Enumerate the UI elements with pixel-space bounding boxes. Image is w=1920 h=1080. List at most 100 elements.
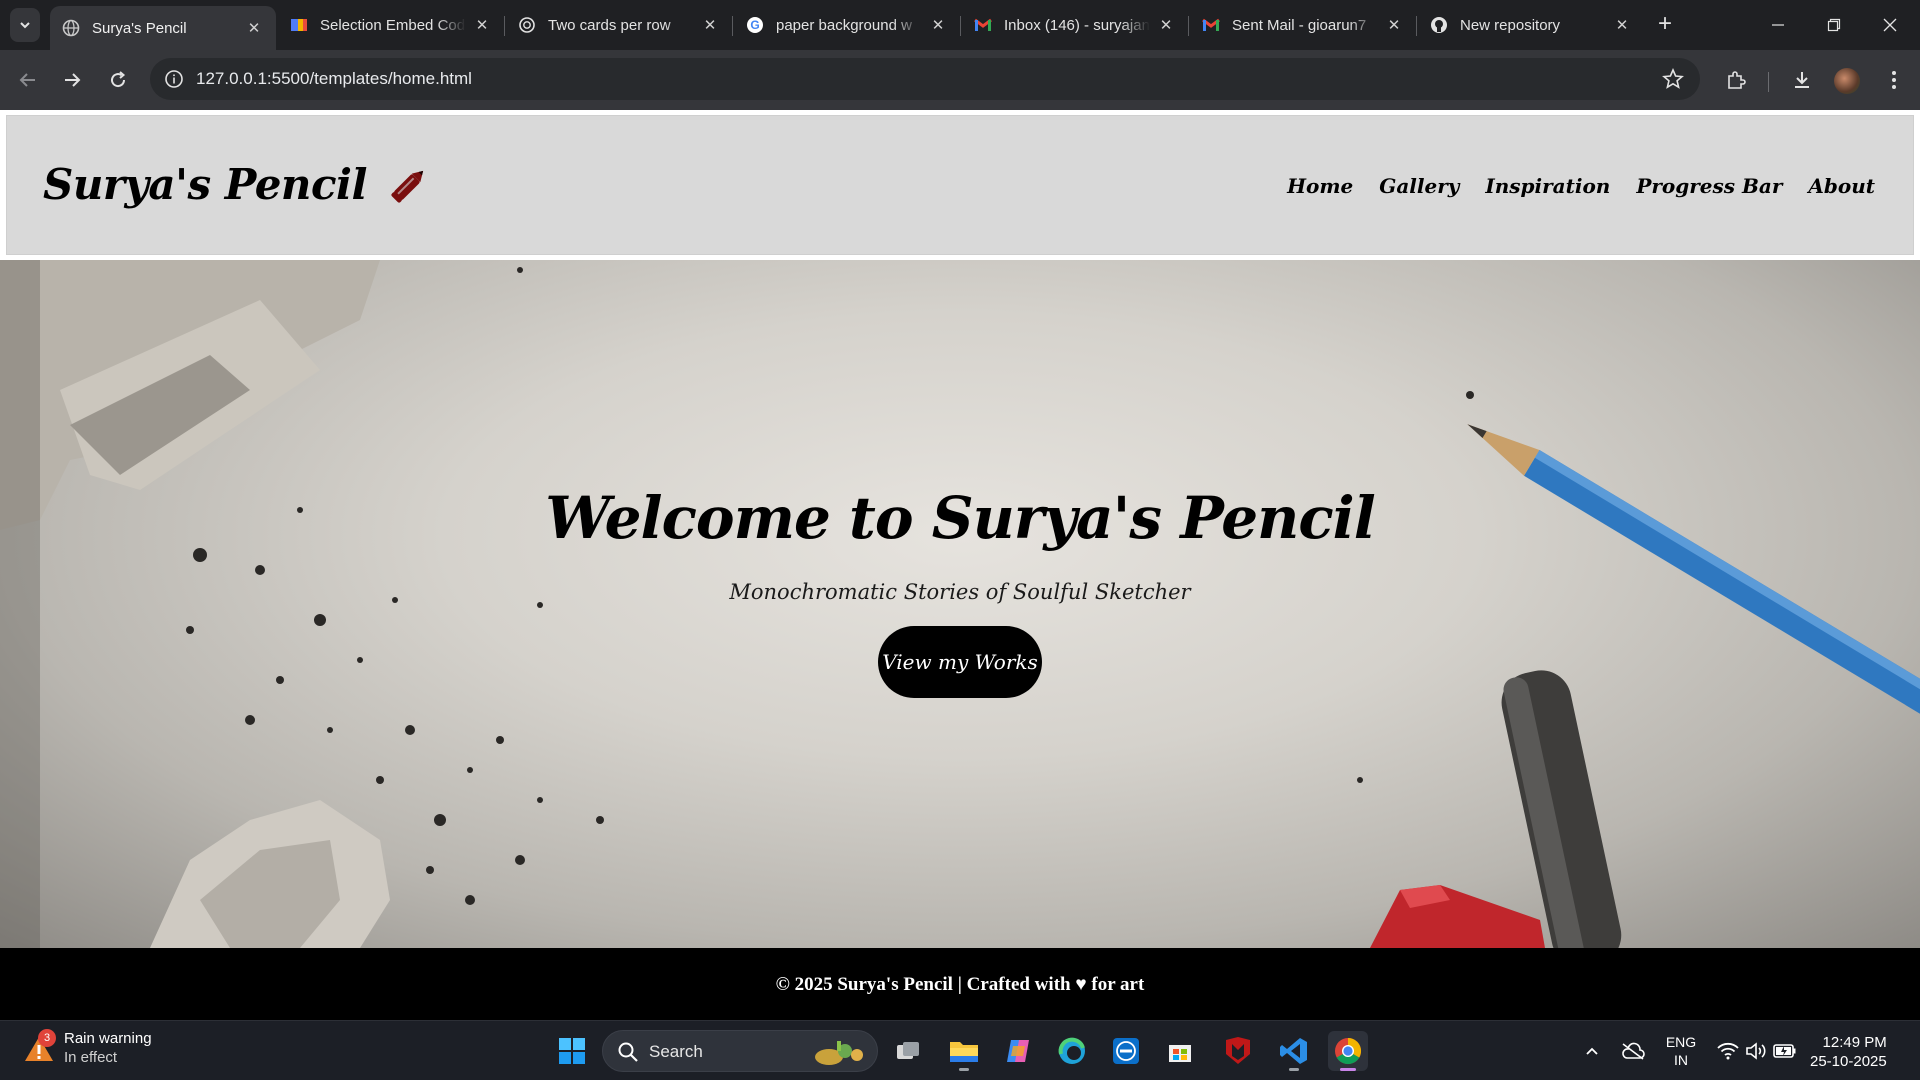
nav-gallery[interactable]: Gallery	[1379, 174, 1459, 198]
task-view-icon	[897, 1042, 919, 1059]
taskbar-task-view[interactable]	[888, 1031, 928, 1071]
chevron-down-icon	[20, 22, 30, 29]
browser-tab[interactable]: Selection Embed Code ✕	[278, 6, 504, 44]
show-hidden-icons-button[interactable]	[1580, 1021, 1604, 1080]
language-code: ENG	[1665, 1034, 1697, 1050]
taskbar-mcafee[interactable]	[1218, 1031, 1258, 1071]
more-vert-icon	[1892, 71, 1896, 89]
tab-title: Two cards per row	[548, 16, 671, 34]
battery-charging-icon	[1773, 1044, 1796, 1058]
tab-separator	[732, 16, 733, 36]
tab-title: New repository	[1460, 16, 1561, 34]
taskbar-edge[interactable]	[1052, 1031, 1092, 1071]
wifi-icon	[1717, 1042, 1739, 1060]
downloads-button[interactable]	[1788, 66, 1816, 94]
toolbar-divider	[1768, 72, 1769, 92]
battery-status[interactable]	[1770, 1021, 1800, 1080]
tab-separator	[960, 16, 961, 36]
wifi-status[interactable]	[1714, 1021, 1742, 1080]
weather-text: Rain warning In effect	[64, 1029, 152, 1067]
close-icon[interactable]: ✕	[928, 15, 948, 35]
footer-text: © 2025 Surya's Pencil | Crafted with ♥ f…	[775, 974, 1145, 995]
arrow-left-icon	[19, 73, 35, 87]
taskbar-vscode[interactable]	[1274, 1031, 1314, 1071]
app-icon	[290, 16, 308, 34]
onedrive-status[interactable]	[1618, 1021, 1648, 1080]
browser-tab[interactable]: Two cards per row ✕	[506, 6, 732, 44]
view-works-button[interactable]: View my Works	[878, 626, 1042, 698]
browser-menu-button[interactable]	[1880, 66, 1908, 94]
gmail-icon	[1202, 16, 1220, 34]
tab-search-button[interactable]	[10, 8, 40, 42]
site-footer: © 2025 Surya's Pencil | Crafted with ♥ f…	[0, 948, 1920, 1020]
extensions-button[interactable]	[1722, 66, 1750, 94]
start-button[interactable]	[552, 1031, 592, 1071]
running-indicator	[959, 1068, 969, 1071]
taskbar-dell[interactable]	[1106, 1031, 1146, 1071]
hero-subtitle: Monochromatic Stories of Soulful Sketche…	[729, 580, 1191, 604]
clock-date: 25-10-2025	[1810, 1053, 1887, 1070]
tab-title: Selection Embed Code	[320, 16, 466, 34]
restore-button[interactable]	[1806, 0, 1862, 50]
new-tab-button[interactable]: +	[1652, 12, 1678, 38]
hero-title: Welcome to Surya's Pencil	[545, 484, 1375, 552]
browser-tab-active[interactable]: Surya's Pencil ✕	[50, 6, 276, 50]
browser-tab[interactable]: New repository ✕	[1418, 6, 1644, 44]
minimize-button[interactable]	[1750, 0, 1806, 50]
volume-status[interactable]	[1742, 1021, 1770, 1080]
taskbar-store[interactable]	[1160, 1031, 1200, 1071]
svg-text:G: G	[750, 18, 759, 32]
weather-status: In effect	[64, 1049, 118, 1066]
close-icon[interactable]: ✕	[700, 15, 720, 35]
close-icon[interactable]: ✕	[1156, 15, 1176, 35]
weather-widget[interactable]: 3 Rain warning In effect	[22, 1029, 152, 1067]
speaker-icon	[1746, 1042, 1766, 1060]
forward-button[interactable]	[58, 66, 86, 94]
minimize-icon	[1772, 24, 1784, 26]
browser-tab-strip: Surya's Pencil ✕ Selection Embed Code ✕ …	[0, 0, 1920, 50]
browser-tab[interactable]: Sent Mail - gioarun7 ✕	[1190, 6, 1416, 44]
notification-badge: 3	[38, 1029, 56, 1047]
language-indicator[interactable]: ENG IN	[1658, 1021, 1704, 1080]
close-icon[interactable]: ✕	[472, 15, 492, 35]
main-nav: Home Gallery Inspiration Progress Bar Ab…	[1287, 174, 1875, 198]
globe-icon	[62, 19, 80, 37]
taskbar: 3 Rain warning In effect Search ENG IN 1…	[0, 1020, 1920, 1080]
close-icon[interactable]: ✕	[244, 18, 264, 38]
taskbar-file-explorer[interactable]	[944, 1031, 984, 1071]
info-icon[interactable]	[164, 69, 184, 89]
site-header: Surya's Pencil Home Gallery Inspiration …	[6, 115, 1914, 255]
close-window-button[interactable]	[1862, 0, 1918, 50]
taskbar-search[interactable]: Search	[602, 1030, 878, 1072]
nav-inspiration[interactable]: Inspiration	[1485, 174, 1610, 198]
dell-icon	[1113, 1038, 1139, 1064]
close-icon[interactable]: ✕	[1384, 15, 1404, 35]
taskbar-copilot[interactable]	[998, 1031, 1038, 1071]
search-label: Search	[649, 1042, 703, 1061]
brand-name: Surya's Pencil	[43, 160, 367, 209]
nav-progress-bar[interactable]: Progress Bar	[1636, 174, 1782, 198]
system-clock[interactable]: 12:49 PM 25-10-2025	[1810, 1033, 1887, 1071]
hero-section: Welcome to Surya's Pencil Monochromatic …	[0, 260, 1920, 948]
rain-warning-icon: 3	[22, 1029, 56, 1065]
site-brand[interactable]: Surya's Pencil	[43, 160, 431, 209]
profile-avatar[interactable]	[1834, 68, 1860, 94]
nav-home[interactable]: Home	[1287, 174, 1353, 198]
browser-tab[interactable]: Inbox (146) - suryajan ✕	[962, 6, 1188, 44]
tab-title: Surya's Pencil	[92, 19, 187, 37]
reload-button[interactable]	[104, 66, 132, 94]
address-bar[interactable]: 127.0.0.1:5500/templates/home.html	[150, 58, 1700, 100]
chatgpt-icon	[518, 16, 536, 34]
bookmark-star-icon[interactable]	[1662, 68, 1684, 90]
close-icon[interactable]: ✕	[1612, 15, 1632, 35]
tab-title: Sent Mail - gioarun7	[1232, 16, 1367, 34]
browser-tab[interactable]: G paper background w ✕	[734, 6, 960, 44]
nav-about[interactable]: About	[1808, 174, 1875, 198]
web-page: Surya's Pencil Home Gallery Inspiration …	[0, 110, 1920, 1020]
back-button[interactable]	[14, 66, 42, 94]
url-text[interactable]: 127.0.0.1:5500/templates/home.html	[196, 69, 472, 89]
active-indicator	[1340, 1068, 1356, 1071]
search-highlight-icon	[815, 1041, 863, 1065]
pencil-icon	[391, 170, 424, 203]
taskbar-chrome[interactable]	[1328, 1031, 1368, 1071]
